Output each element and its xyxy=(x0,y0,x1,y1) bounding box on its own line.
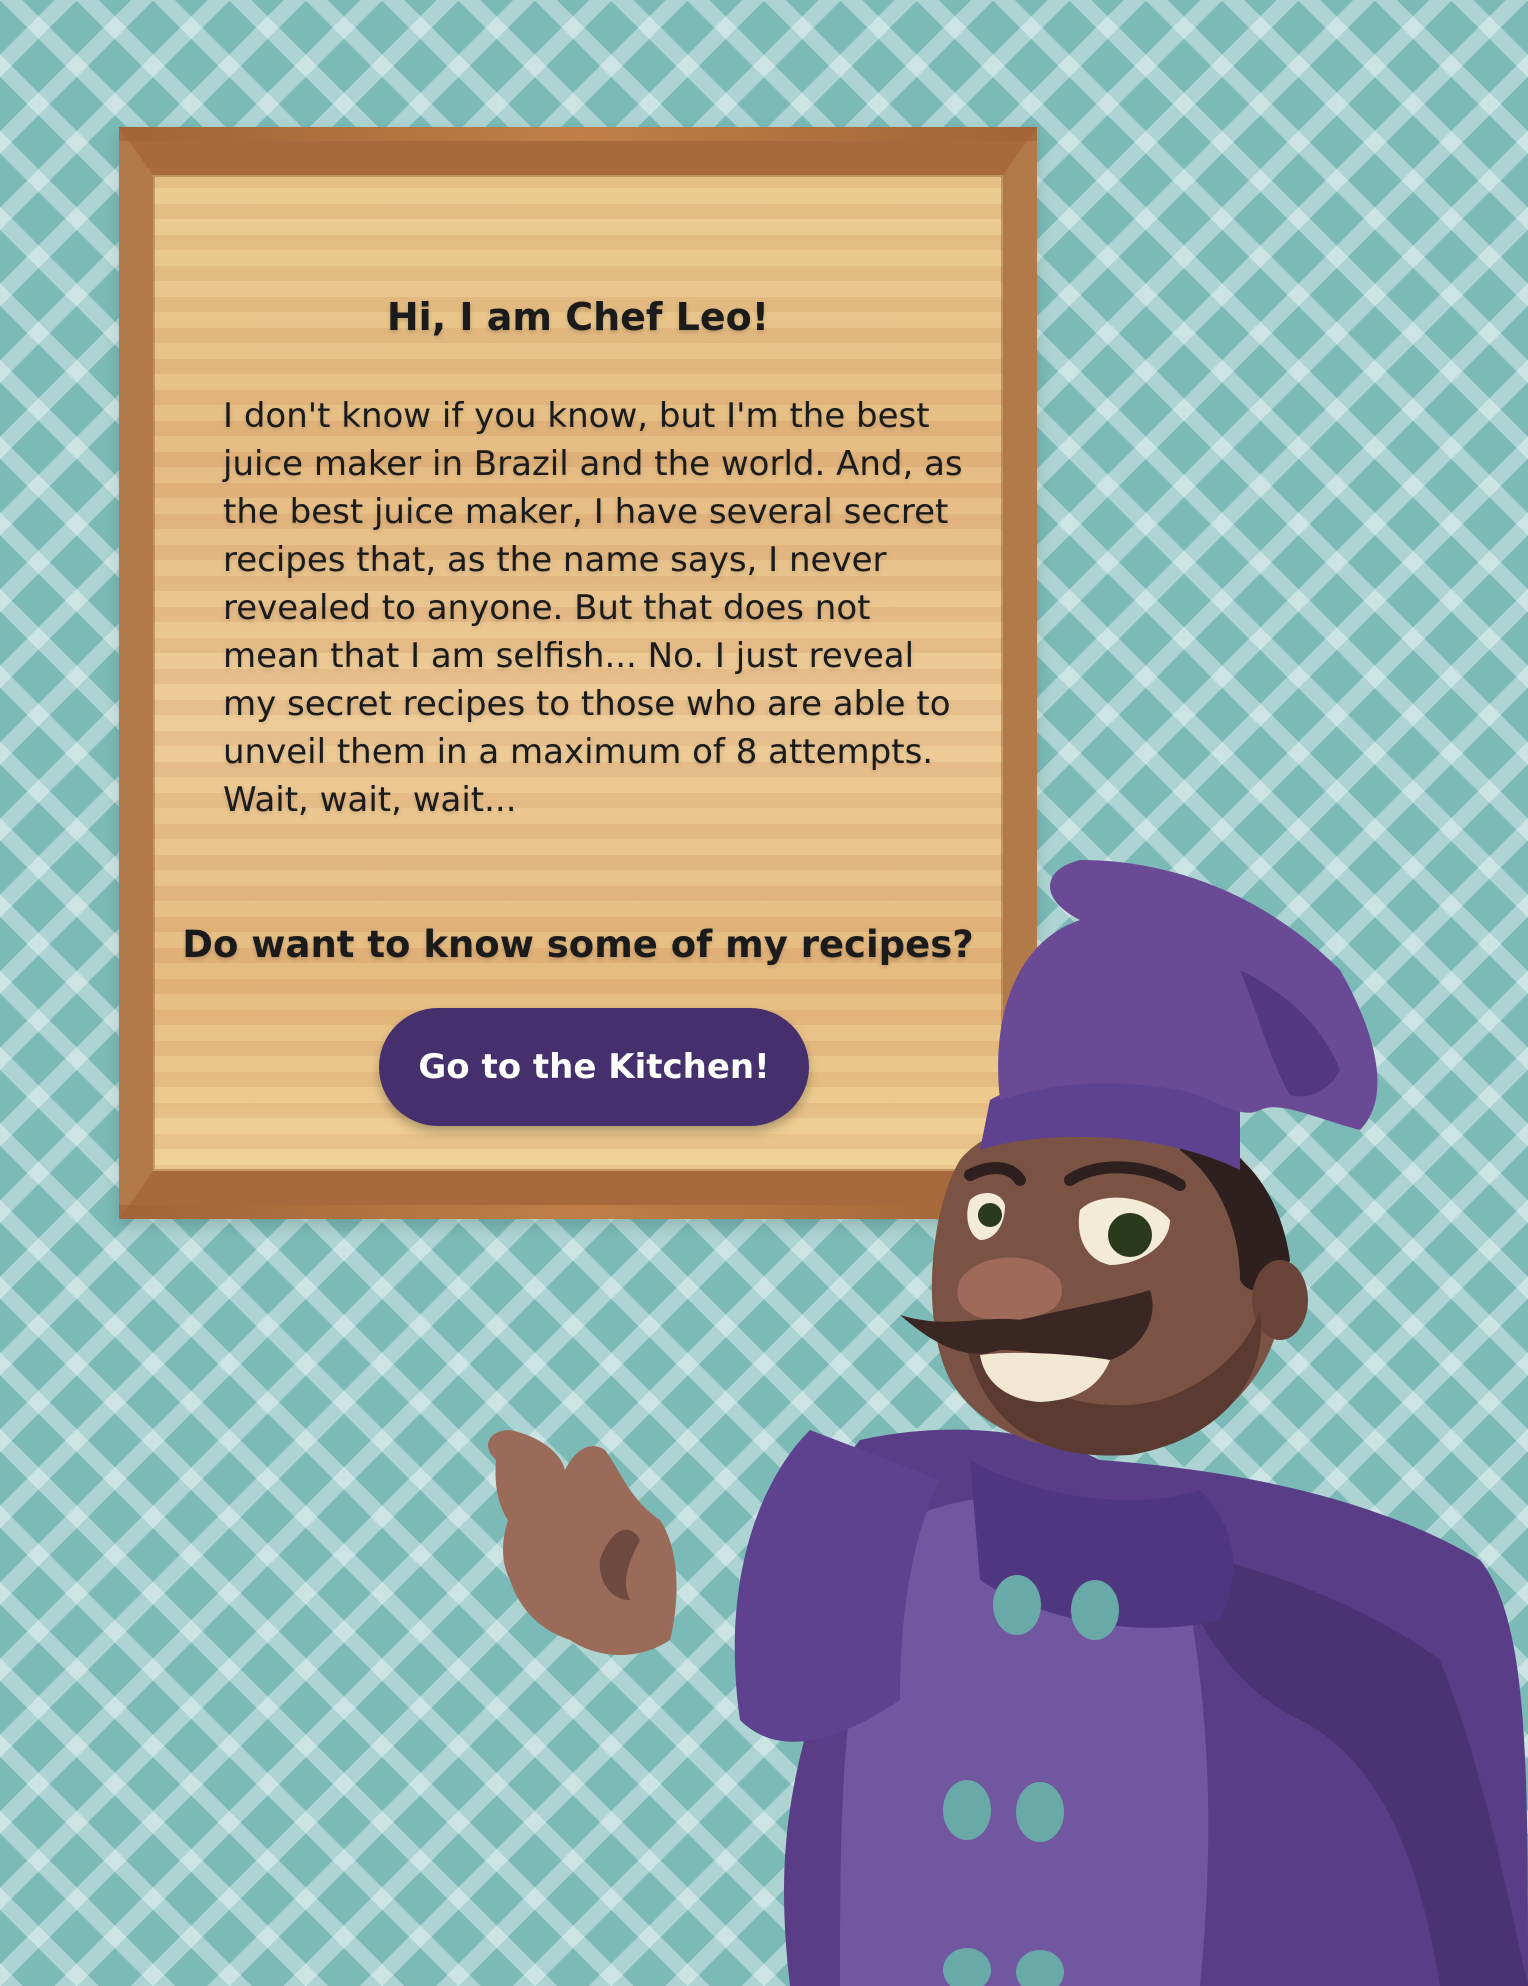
dialog-title: Hi, I am Chef Leo! xyxy=(386,295,770,339)
chef-button xyxy=(993,1575,1041,1635)
chef-button xyxy=(943,1780,991,1840)
chef-hand xyxy=(488,1430,677,1655)
chef-pupil-left xyxy=(978,1203,1002,1227)
chef-pupil-right xyxy=(1108,1213,1152,1257)
dialog-intro-text: I don't know if you know, but I'm the be… xyxy=(223,396,963,820)
chef-button xyxy=(1016,1782,1064,1842)
chef-illustration xyxy=(488,860,1528,1986)
chef-button xyxy=(1071,1580,1119,1640)
